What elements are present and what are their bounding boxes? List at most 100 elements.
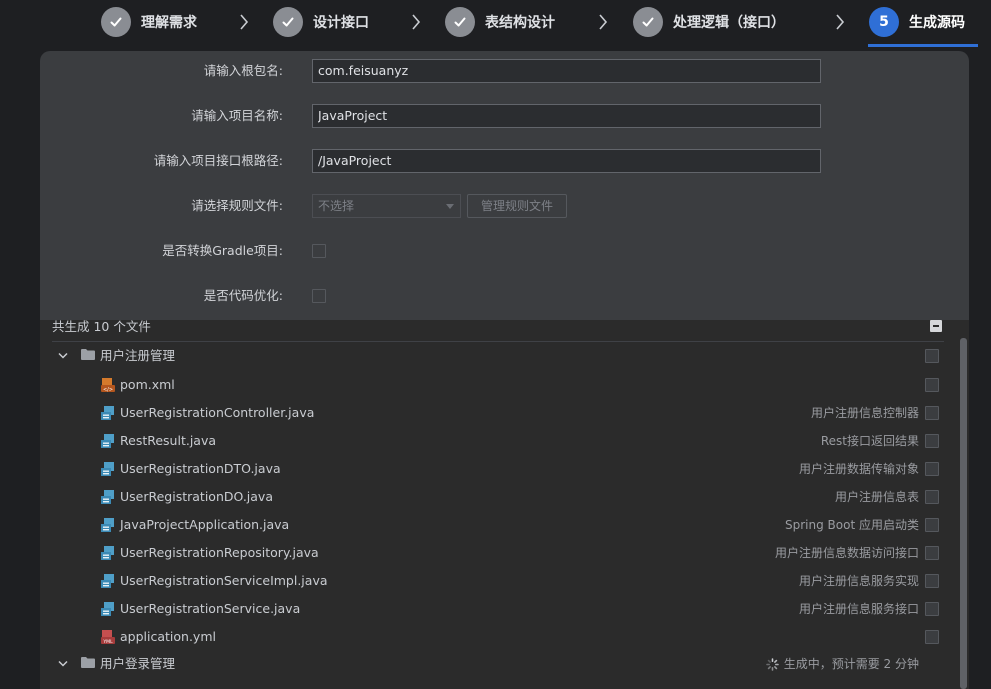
file-checkbox[interactable]: [925, 630, 939, 644]
file-checkbox[interactable]: [925, 518, 939, 532]
step-processing-logic[interactable]: 处理逻辑（接口）: [633, 0, 785, 44]
file-row[interactable]: </> pom.xml: [40, 373, 956, 397]
step-label: 处理逻辑（接口）: [673, 15, 785, 31]
step-label: 理解需求: [141, 15, 197, 31]
module-name: 用户登录管理: [100, 656, 176, 671]
chevron-right-icon: [599, 14, 608, 30]
project-name-label: 请输入项目名称:: [191, 108, 283, 123]
step-label: 生成源码: [909, 15, 965, 31]
loading-spinner-icon: [765, 657, 779, 671]
java-file-icon: [101, 462, 114, 476]
active-step-underline: [868, 44, 978, 47]
svg-text:</>: </>: [103, 387, 113, 392]
step-label: 设计接口: [313, 15, 369, 31]
check-icon: [445, 7, 475, 37]
svg-text:YML: YML: [102, 639, 113, 644]
file-row[interactable]: UserRegistrationDTO.java 用户注册数据传输对象: [40, 457, 956, 481]
file-name: application.yml: [120, 629, 216, 644]
file-description: Spring Boot 应用启动类: [785, 518, 919, 532]
file-name: RestResult.java: [120, 433, 217, 448]
module-name: 用户注册管理: [100, 348, 176, 363]
file-description: 用户注册信息表: [834, 490, 919, 504]
file-checkbox[interactable]: [925, 574, 939, 588]
collapse-all-icon[interactable]: [930, 320, 942, 332]
java-file-icon: [101, 546, 114, 560]
rule-file-value: 不选择: [318, 199, 355, 213]
form-row-api-root: 请输入项目接口根路径:: [40, 149, 969, 173]
java-file-icon: [101, 406, 114, 420]
file-row[interactable]: UserRegistrationDO.java 用户注册信息表: [40, 485, 956, 509]
chevron-down-icon[interactable]: [58, 660, 68, 668]
form-row-optimize: 是否代码优化:: [40, 284, 969, 308]
file-name: JavaProjectApplication.java: [120, 517, 290, 532]
step-generate-source[interactable]: 5 生成源码: [869, 0, 965, 44]
file-checkbox[interactable]: [925, 546, 939, 560]
java-file-icon: [101, 574, 114, 588]
api-root-label: 请输入项目接口根路径:: [153, 153, 283, 168]
java-file-icon: [101, 490, 114, 504]
module-row-user-registration[interactable]: 用户注册管理: [40, 344, 956, 368]
check-icon: [101, 7, 131, 37]
file-checkbox[interactable]: [925, 462, 939, 476]
file-row[interactable]: YML application.yml: [40, 625, 956, 649]
file-name: UserRegistrationRepository.java: [120, 545, 319, 560]
chevron-right-icon: [412, 14, 421, 30]
file-description: 用户注册信息服务接口: [798, 602, 919, 616]
chevron-down-icon[interactable]: [58, 352, 68, 360]
chevron-right-icon: [240, 14, 249, 30]
file-count-header: 共生成 10 个文件: [52, 319, 151, 334]
file-description: 用户注册信息控制器: [810, 406, 919, 420]
file-description: 用户注册数据传输对象: [798, 462, 919, 476]
file-row[interactable]: RestResult.java Rest接口返回结果: [40, 429, 956, 453]
file-name: UserRegistrationServiceImpl.java: [120, 573, 328, 588]
form-row-gradle: 是否转换Gradle项目:: [40, 239, 969, 263]
folder-icon: [81, 349, 95, 360]
rule-file-label: 请选择规则文件:: [191, 198, 283, 213]
form-row-rule-file: 请选择规则文件: 不选择 管理规则文件: [40, 194, 969, 218]
file-name: UserRegistrationService.java: [120, 601, 301, 616]
gradle-checkbox[interactable]: [312, 244, 326, 258]
form-row-package: 请输入根包名:: [40, 59, 969, 83]
file-name: UserRegistrationController.java: [120, 405, 315, 420]
check-icon: [273, 7, 303, 37]
optimize-label: 是否代码优化:: [203, 288, 283, 303]
java-file-icon: [101, 518, 114, 532]
file-description: 用户注册信息数据访问接口: [774, 546, 919, 560]
yml-file-icon: YML: [101, 630, 115, 644]
api-root-input[interactable]: [312, 149, 821, 173]
file-name: UserRegistrationDO.java: [120, 489, 273, 504]
optimize-checkbox[interactable]: [312, 289, 326, 303]
scrollbar-thumb[interactable]: [960, 338, 967, 689]
file-checkbox[interactable]: [925, 406, 939, 420]
file-row[interactable]: JavaProjectApplication.java Spring Boot …: [40, 513, 956, 537]
package-input[interactable]: [312, 59, 821, 83]
file-row[interactable]: UserRegistrationController.java 用户注册信息控制…: [40, 401, 956, 425]
file-checkbox[interactable]: [925, 602, 939, 616]
step-number-badge: 5: [869, 7, 899, 37]
file-row[interactable]: UserRegistrationServiceImpl.java 用户注册信息服…: [40, 569, 956, 593]
java-file-icon: [101, 434, 114, 448]
file-row[interactable]: UserRegistrationService.java 用户注册信息服务接口: [40, 597, 956, 621]
file-checkbox[interactable]: [925, 490, 939, 504]
folder-icon: [81, 657, 95, 668]
java-file-icon: [101, 602, 114, 616]
file-row[interactable]: UserRegistrationRepository.java 用户注册信息数据…: [40, 541, 956, 565]
chevron-right-icon: [836, 14, 845, 30]
status-text: 生成中，预计需要 2 分钟: [783, 657, 919, 671]
manage-rules-button[interactable]: 管理规则文件: [467, 194, 567, 218]
file-checkbox[interactable]: [925, 434, 939, 448]
file-name: pom.xml: [120, 377, 175, 392]
step-table-design[interactable]: 表结构设计: [445, 0, 555, 44]
module-row-user-login[interactable]: 用户登录管理 生成中，预计需要 2 分钟: [40, 652, 956, 676]
file-checkbox[interactable]: [925, 378, 939, 392]
rule-file-select[interactable]: 不选择: [312, 194, 461, 218]
file-name: UserRegistrationDTO.java: [120, 461, 281, 476]
file-description: 用户注册信息服务实现: [798, 574, 919, 588]
step-design-api[interactable]: 设计接口: [273, 0, 369, 44]
xml-file-icon: </>: [101, 378, 115, 392]
step-label: 表结构设计: [485, 15, 555, 31]
step-understand-requirements[interactable]: 理解需求: [101, 0, 197, 44]
project-name-input[interactable]: [312, 104, 821, 128]
module-checkbox[interactable]: [925, 349, 939, 363]
package-label: 请输入根包名:: [203, 63, 283, 78]
